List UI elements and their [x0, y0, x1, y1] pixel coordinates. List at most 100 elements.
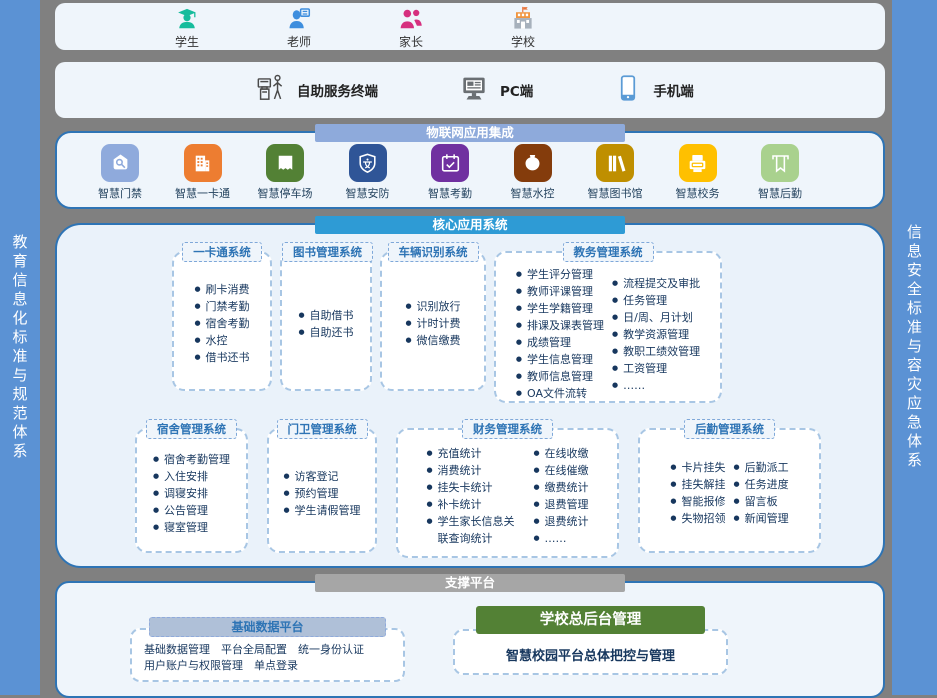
iot-module-item: 智慧图书馆	[580, 144, 650, 201]
terminal-item: 手机端	[613, 73, 694, 107]
system-box-content: 自助借书自助还书	[282, 262, 370, 389]
bullet-item: 任务进度	[734, 476, 789, 493]
iot-module-label: 智慧门禁	[98, 185, 142, 201]
bullet-item: 识别放行	[405, 298, 460, 315]
core-applications-panel: 核心应用系统 一卡通系统刷卡消费门禁考勤宿舍考勤水控借书还书图书管理系统自助借书…	[55, 223, 885, 568]
system-box: 宿舍管理系统宿舍考勤管理入住安排调寝安排公告管理寝室管理	[135, 428, 248, 553]
bullet-list: 卡片挂失挂失解挂智能报修失物招领	[670, 459, 725, 527]
pc-icon	[458, 72, 490, 108]
bullet-item: 工资管理	[612, 360, 700, 377]
onecard-icon	[184, 144, 222, 182]
user-role-label: 家长	[399, 33, 423, 50]
bullet-item: 退费管理	[533, 496, 588, 513]
bullet-item: 后勤派工	[734, 459, 789, 476]
diagram-main-column: 学生老师家长学校 自助服务终端PC端手机端 物联网应用集成 智慧门禁智慧一卡通智…	[55, 0, 885, 698]
system-box-title: 一卡通系统	[182, 242, 262, 262]
bullet-item: 成绩管理	[516, 334, 604, 351]
bullet-item: 挂失卡统计	[426, 479, 525, 496]
user-role-item: 学生	[131, 4, 243, 50]
iot-module-label: 智慧图书馆	[588, 185, 643, 201]
iot-module-item: 智慧考勤	[415, 144, 485, 201]
terminal-item: 自助服务终端	[255, 72, 378, 108]
school-backend-admin-title: 学校总后台管理	[476, 606, 705, 634]
system-box-title: 图书管理系统	[282, 242, 373, 262]
school-affairs-icon	[679, 144, 717, 182]
bullet-item: 流程提交及审批	[612, 275, 700, 292]
parents-icon	[398, 6, 424, 33]
bullet-list: 访客登记预约管理学生请假管理	[283, 468, 360, 519]
bullet-item: 学生评分管理	[516, 266, 604, 283]
phone-icon	[613, 73, 643, 107]
kiosk-icon	[255, 72, 287, 108]
bullet-item: 水控	[194, 332, 249, 349]
teacher-icon	[286, 6, 312, 33]
bullet-item: 借书还书	[194, 349, 249, 366]
student-icon	[174, 6, 200, 33]
bullet-item: 补卡统计	[426, 496, 525, 513]
bullet-item: 缴费统计	[533, 479, 588, 496]
iot-module-item: 智慧一卡通	[168, 144, 238, 201]
support-platform-panel: 支撑平台 基础数据平台 基础数据管理 平台全局配置 统一身份认证 用户账户与权限…	[55, 581, 885, 698]
core-row-1: 一卡通系统刷卡消费门禁考勤宿舍考勤水控借书还书图书管理系统自助借书自助还书车辆识…	[172, 251, 883, 403]
bullet-item: 充值统计	[426, 445, 525, 462]
bullet-item: 排课及课表管理	[516, 317, 604, 334]
terminal-label: 自助服务终端	[297, 80, 378, 100]
attendance-calendar-icon	[431, 144, 469, 182]
iot-module-item: 智慧门禁	[85, 144, 155, 201]
user-role-label: 老师	[287, 33, 311, 50]
base-data-platform-line: 用户账户与权限管理 单点登录	[144, 658, 395, 674]
bullet-item: 卡片挂失	[670, 459, 725, 476]
bullet-item: 调寝安排	[153, 485, 230, 502]
school-backend-admin-content: 智慧校园平台总体把控与管理	[453, 629, 728, 675]
bullet-list: 流程提交及审批任务管理日/周、月计划教学资源管理教职工绩效管理工资管理……	[612, 275, 700, 394]
iot-module-label: 智慧后勤	[758, 185, 802, 201]
logistics-bookmark-icon	[761, 144, 799, 182]
system-box-content: 充值统计消费统计挂失卡统计补卡统计学生家长信息关联查询统计在线收缴在线催缴缴费统…	[398, 439, 617, 556]
system-box-content: 卡片挂失挂失解挂智能报修失物招领后勤派工任务进度留言板新闻管理	[640, 439, 819, 551]
user-role-label: 学生	[175, 33, 199, 50]
iot-module-label: 智慧停车场	[258, 185, 313, 201]
security-shield-icon	[349, 144, 387, 182]
iot-module-item: 智慧停车场	[250, 144, 320, 201]
base-data-platform-line: 基础数据管理 平台全局配置 统一身份认证	[144, 642, 395, 658]
right-standard-bar-label: 信息安全标准与容灾应急体系	[904, 224, 925, 471]
user-roles-panel: 学生 老师 家长 学校	[55, 3, 885, 50]
user-role-item: 老师	[243, 4, 355, 50]
bullet-item: 门禁考勤	[194, 298, 249, 315]
bullet-item: 教学资源管理	[612, 326, 700, 343]
base-data-platform-title: 基础数据平台	[149, 617, 386, 637]
bullet-list: 宿舍考勤管理入住安排调寝安排公告管理寝室管理	[153, 451, 230, 536]
system-box-content: 刷卡消费门禁考勤宿舍考勤水控借书还书	[174, 262, 270, 389]
user-role-item: 家长	[355, 4, 467, 50]
bullet-item: 公告管理	[153, 502, 230, 519]
bullet-item: 教师评课管理	[516, 283, 604, 300]
bullet-item: ……	[612, 377, 700, 394]
bullet-item: 学生请假管理	[283, 502, 360, 519]
system-box: 门卫管理系统访客登记预约管理学生请假管理	[267, 428, 377, 553]
system-box: 教务管理系统学生评分管理教师评课管理学生学籍管理排课及课表管理成绩管理学生信息管…	[494, 251, 722, 403]
terminal-item: PC端	[458, 72, 533, 108]
bullet-item: 自助借书	[298, 307, 353, 324]
system-box-title: 车辆识别系统	[388, 242, 479, 262]
bullet-item: 学生信息管理	[516, 351, 604, 368]
bullet-list: 后勤派工任务进度留言板新闻管理	[734, 459, 789, 527]
support-panel-header: 支撑平台	[315, 574, 625, 592]
iot-module-label: 智慧校务	[676, 185, 720, 201]
bullet-item: 微信缴费	[405, 332, 460, 349]
terminals-panel: 自助服务终端 PC端 手机端	[55, 62, 885, 118]
system-box-title: 门卫管理系统	[277, 419, 368, 439]
iot-module-label: 智慧安防	[346, 185, 390, 201]
bullet-item: 教职工绩效管理	[612, 343, 700, 360]
user-role-item: 学校	[467, 4, 579, 50]
system-box-title: 教务管理系统	[563, 242, 654, 262]
system-box-title: 后勤管理系统	[684, 419, 775, 439]
iot-integration-panel: 物联网应用集成 智慧门禁智慧一卡通智慧停车场智慧安防智慧考勤智慧水控智慧图书馆智…	[55, 131, 885, 209]
left-standard-bar-label: 教育信息化标准与规范体系	[10, 234, 31, 462]
system-box-content: 宿舍考勤管理入住安排调寝安排公告管理寝室管理	[137, 439, 246, 551]
bullet-item: 自助还书	[298, 324, 353, 341]
terminal-label: 手机端	[653, 80, 694, 100]
bullet-item: 预约管理	[283, 485, 360, 502]
system-box-content: 学生评分管理教师评课管理学生学籍管理排课及课表管理成绩管理学生信息管理教师信息管…	[496, 262, 720, 410]
bullet-item: 访客登记	[283, 468, 360, 485]
bullet-item: 刷卡消费	[194, 281, 249, 298]
